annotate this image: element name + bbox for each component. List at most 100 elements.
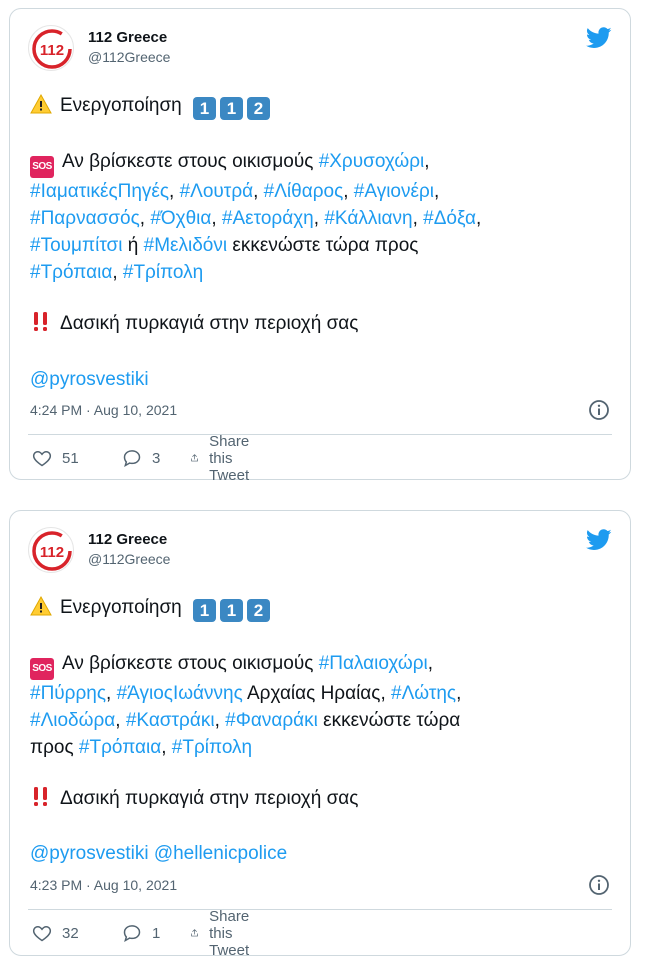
alert-text: ,	[427, 653, 434, 674]
share-icon	[191, 454, 198, 462]
reply-count: 1	[152, 924, 161, 942]
activation-text: Ενεργοποίηση	[60, 597, 182, 618]
author-handle[interactable]: @112Greece	[88, 551, 170, 567]
timestamp[interactable]: 4:23 PM · Aug 10, 2021	[30, 877, 177, 893]
hashtag-link[interactable]: #Τρόπαια	[30, 262, 112, 283]
tweet-activation-line: Ενεργοποίηση 112	[30, 92, 612, 120]
hashtag-link[interactable]: #Παρνασσός	[30, 208, 140, 229]
alert-text: ,	[115, 710, 126, 731]
hashtag-link[interactable]: #Λώτης	[391, 683, 456, 704]
timestamp[interactable]: 4:24 PM · Aug 10, 2021	[30, 402, 177, 418]
hashtag-link[interactable]: #Χρυσοχώρι	[319, 151, 425, 172]
svg-text:112: 112	[40, 544, 64, 561]
alert-text: ,	[313, 208, 325, 229]
alert-text: ,	[412, 208, 424, 229]
112-logo-icon[interactable]: 112	[28, 25, 74, 71]
share-label: Share this Tweet	[209, 432, 250, 484]
alert-text: εκκενώστε τώρα	[317, 710, 461, 731]
author-name[interactable]: 112 Greece	[88, 29, 167, 46]
divider	[28, 909, 612, 910]
tweet-mentions: @pyrosvestiki @hellenicpolice	[30, 840, 612, 867]
alert-line: #ΙαματικέςΠηγές, #Λουτρά, #Λίθαρος, #Αγι…	[30, 178, 612, 205]
hashtag-link[interactable]: #Φαναράκι	[225, 710, 318, 731]
author-handle[interactable]: @112Greece	[88, 49, 170, 65]
mention-link[interactable]: @pyrosvestiki @hellenicpolice	[30, 843, 287, 864]
hashtag-link[interactable]: #Δόξα	[423, 208, 476, 229]
alert-text: ,	[456, 683, 462, 704]
tweet-activation-line: Ενεργοποίηση 112	[30, 594, 612, 622]
reply-button[interactable]: 3	[122, 446, 160, 470]
double-exclamation-icon	[34, 787, 47, 806]
alert-line: SOS Αν βρίσκεστε στους οικισμούς #Χρυσοχώ…	[30, 148, 612, 178]
hashtag-link[interactable]: #Καστράκι	[126, 710, 215, 731]
share-label: Share this Tweet	[209, 907, 250, 959]
like-count: 51	[62, 449, 79, 467]
tweet-alert-text: SOS Αν βρίσκεστε στους οικισμούς #Παλαιοχ…	[30, 650, 612, 761]
hashtag-link[interactable]: #ΙαματικέςΠηγές	[30, 181, 169, 202]
hashtag-link[interactable]: #Παλαιοχώρι	[319, 653, 428, 674]
activation-text: Ενεργοποίηση	[60, 95, 182, 116]
alert-text: Αρχαίας Ηραίας,	[242, 683, 391, 704]
author-name[interactable]: 112 Greece	[88, 531, 167, 548]
twitter-bird-icon[interactable]	[586, 529, 612, 551]
sos-icon: SOS	[30, 658, 54, 680]
divider	[28, 434, 612, 435]
hashtag-link[interactable]: #ΆγιοςΙωάννης	[117, 683, 243, 704]
alert-line: #Τουμπίτσι ή #Μελιδόνι εκκενώστε τώρα πρ…	[30, 232, 612, 259]
hashtag-link[interactable]: #Αγιονέρι	[354, 181, 434, 202]
double-exclamation-icon	[34, 312, 47, 331]
alert-text: ή	[122, 235, 144, 256]
112-logo-icon[interactable]: 112	[28, 527, 74, 573]
sos-icon: SOS	[30, 156, 54, 178]
heart-icon	[32, 450, 52, 467]
hashtag-link[interactable]: #Πύρρης	[30, 683, 106, 704]
keycap-two: 2	[247, 97, 271, 120]
hashtag-link[interactable]: #Λιοδώρα	[30, 710, 115, 731]
tweet-fire-line: Δασική πυρκαγιά στην περιοχή σας	[30, 785, 612, 812]
info-icon[interactable]	[588, 874, 610, 896]
hashtag-link[interactable]: #Λουτρά	[180, 181, 254, 202]
alert-text: ,	[169, 181, 180, 202]
hashtag-link[interactable]: #Τρίπολη	[123, 262, 203, 283]
reply-count: 3	[152, 449, 161, 467]
hashtag-link[interactable]: #Αετοράχη	[222, 208, 314, 229]
share-button[interactable]: Share this Tweet	[190, 908, 260, 959]
alert-line: προς #Τρόπαια, #Τρίπολη	[30, 734, 612, 761]
tweet-card[interactable]: 112 112 Greece @112Greece Ενεργοποίηση 1…	[9, 510, 631, 959]
hashtag-link[interactable]: #Τρίπολη	[172, 737, 252, 758]
reply-icon	[123, 450, 141, 468]
alert-text: Αν βρίσκεστε στους οικισμούς	[62, 653, 319, 674]
tweet-card[interactable]: 112 112 Greece @112Greece Ενεργοποίηση 1…	[9, 8, 631, 484]
tweet-mentions: @pyrosvestiki	[30, 366, 612, 393]
tweet-fire-line: Δασική πυρκαγιά στην περιοχή σας	[30, 310, 612, 337]
tweet-header: 112 112 Greece @112Greece	[28, 527, 612, 573]
like-button[interactable]: 32	[32, 921, 79, 945]
svg-text:112: 112	[40, 42, 64, 59]
twitter-bird-icon[interactable]	[586, 27, 612, 49]
tweet-header: 112 112 Greece @112Greece	[28, 25, 612, 71]
alert-text: ,	[475, 208, 482, 229]
heart-icon	[32, 925, 52, 942]
hashtag-link[interactable]: #Μελιδόνι	[144, 235, 227, 256]
hashtag-link[interactable]: #Λίθαρος	[264, 181, 344, 202]
like-button[interactable]: 51	[32, 446, 79, 470]
alert-line: #Πύρρης, #ΆγιοςΙωάννης Αρχαίας Ηραίας, #…	[30, 680, 612, 707]
keycap-two: 2	[247, 599, 271, 622]
hashtag-link[interactable]: #Κάλλιανη	[324, 208, 412, 229]
alert-text: ,	[433, 181, 440, 202]
hashtag-link[interactable]: #Τρόπαια	[79, 737, 161, 758]
alert-line: SOS Αν βρίσκεστε στους οικισμούς #Παλαιοχ…	[30, 650, 612, 680]
hashtag-link[interactable]: #Τουμπίτσι	[30, 235, 123, 256]
info-icon[interactable]	[588, 399, 610, 421]
reply-icon	[123, 925, 141, 943]
fire-text: Δασική πυρκαγιά στην περιοχή σας	[60, 788, 359, 809]
alert-text: Αν βρίσκεστε στους οικισμούς	[62, 151, 319, 172]
reply-button[interactable]: 1	[122, 921, 160, 945]
alert-text: ,	[214, 710, 226, 731]
alert-line: #Λιοδώρα, #Καστράκι, #Φαναράκι εκκενώστε…	[30, 707, 612, 734]
share-button[interactable]: Share this Tweet	[190, 433, 260, 484]
mention-link[interactable]: @pyrosvestiki	[30, 369, 149, 390]
alert-text: ,	[211, 208, 222, 229]
alert-text: ,	[112, 262, 123, 283]
hashtag-link[interactable]: #Όχθια	[150, 208, 211, 229]
